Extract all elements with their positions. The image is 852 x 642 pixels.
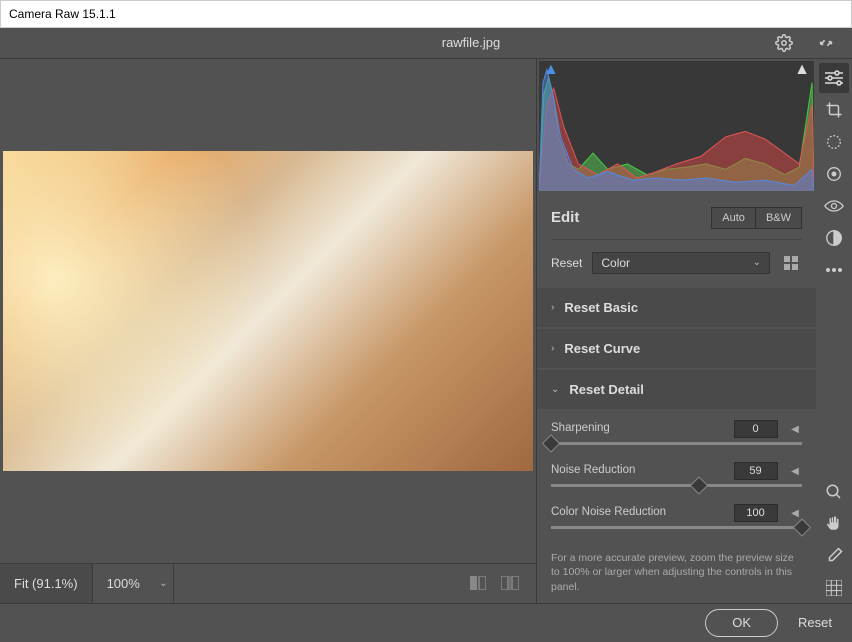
ok-button[interactable]: OK xyxy=(705,609,778,637)
color-noise-input[interactable] xyxy=(734,504,778,522)
snapshot-icon[interactable] xyxy=(819,223,849,253)
reset-label: Reset xyxy=(551,256,582,270)
more-icon[interactable] xyxy=(819,255,849,285)
footer: OK Reset xyxy=(0,603,852,642)
fit-button[interactable]: Fit (91.1%) xyxy=(0,564,93,603)
chevron-down-icon: ⌄ xyxy=(753,257,761,268)
reset-button[interactable]: Reset xyxy=(798,615,832,630)
sharpening-slider[interactable] xyxy=(551,442,802,445)
window-title: Camera Raw 15.1.1 xyxy=(9,7,116,21)
highlight-clip-icon[interactable]: ▲ xyxy=(794,61,810,79)
profile-dropdown[interactable]: Color ⌄ xyxy=(592,252,770,274)
noise-label: Noise Reduction xyxy=(551,464,635,476)
chevron-right-icon: › xyxy=(551,302,554,313)
slider-color-noise: Color Noise Reduction ◀ xyxy=(551,503,802,529)
color-noise-slider[interactable] xyxy=(551,526,802,529)
section-detail[interactable]: ⌄ Reset Detail xyxy=(537,370,816,409)
chevron-right-icon: › xyxy=(551,343,554,354)
compare-icon[interactable] xyxy=(496,569,524,597)
crop-icon[interactable] xyxy=(819,95,849,125)
zoom-icon[interactable] xyxy=(819,477,849,507)
slider-noise-reduction: Noise Reduction ◀ xyxy=(551,461,802,487)
redeye-icon[interactable] xyxy=(819,191,849,221)
before-after-split-icon[interactable] xyxy=(464,569,492,597)
sharpening-input[interactable] xyxy=(734,420,778,438)
auto-button[interactable]: Auto xyxy=(711,207,756,229)
shadow-clip-icon[interactable]: ▲ xyxy=(543,61,559,79)
noise-slider[interactable] xyxy=(551,484,802,487)
healing-icon[interactable] xyxy=(819,127,849,157)
hint-text: For a more accurate preview, zoom the pr… xyxy=(551,545,802,595)
profile-grid-icon[interactable] xyxy=(780,252,802,274)
color-noise-reset-icon[interactable]: ◀ xyxy=(788,508,802,519)
zoom-dropdown[interactable]: ⌄ xyxy=(154,564,174,603)
color-noise-label: Color Noise Reduction xyxy=(551,506,666,518)
histogram[interactable]: ▲ ▲ xyxy=(539,61,814,191)
filename-label: rawfile.jpg xyxy=(172,35,770,50)
top-bar: rawfile.jpg xyxy=(0,28,852,59)
tool-strip xyxy=(816,59,852,603)
section-basic[interactable]: › Reset Basic xyxy=(537,288,816,327)
section-curve[interactable]: › Reset Curve xyxy=(537,329,816,368)
noise-reset-icon[interactable]: ◀ xyxy=(788,466,802,477)
gear-icon[interactable] xyxy=(770,29,798,57)
sharpening-reset-icon[interactable]: ◀ xyxy=(788,424,802,435)
slider-sharpening: Sharpening ◀ xyxy=(551,419,802,445)
noise-input[interactable] xyxy=(734,462,778,480)
color-sampler-icon[interactable] xyxy=(819,541,849,571)
preview-viewport[interactable] xyxy=(0,59,536,563)
edit-title: Edit xyxy=(551,209,711,226)
chevron-down-icon: ⌄ xyxy=(551,384,559,395)
section-curve-label: Reset Curve xyxy=(564,341,640,356)
sharpening-label: Sharpening xyxy=(551,422,610,434)
section-basic-label: Reset Basic xyxy=(564,300,638,315)
mask-icon[interactable] xyxy=(819,159,849,189)
profile-dropdown-value: Color xyxy=(601,256,630,270)
grid-icon[interactable] xyxy=(819,573,849,603)
zoom-value: 100% xyxy=(93,564,154,603)
preview-image xyxy=(3,151,533,471)
fullscreen-icon[interactable] xyxy=(812,29,840,57)
section-detail-label: Reset Detail xyxy=(569,382,643,397)
window-titlebar: Camera Raw 15.1.1 xyxy=(0,0,852,28)
hand-icon[interactable] xyxy=(819,509,849,539)
bw-button[interactable]: B&W xyxy=(756,207,802,229)
edit-sliders-icon[interactable] xyxy=(819,63,849,93)
